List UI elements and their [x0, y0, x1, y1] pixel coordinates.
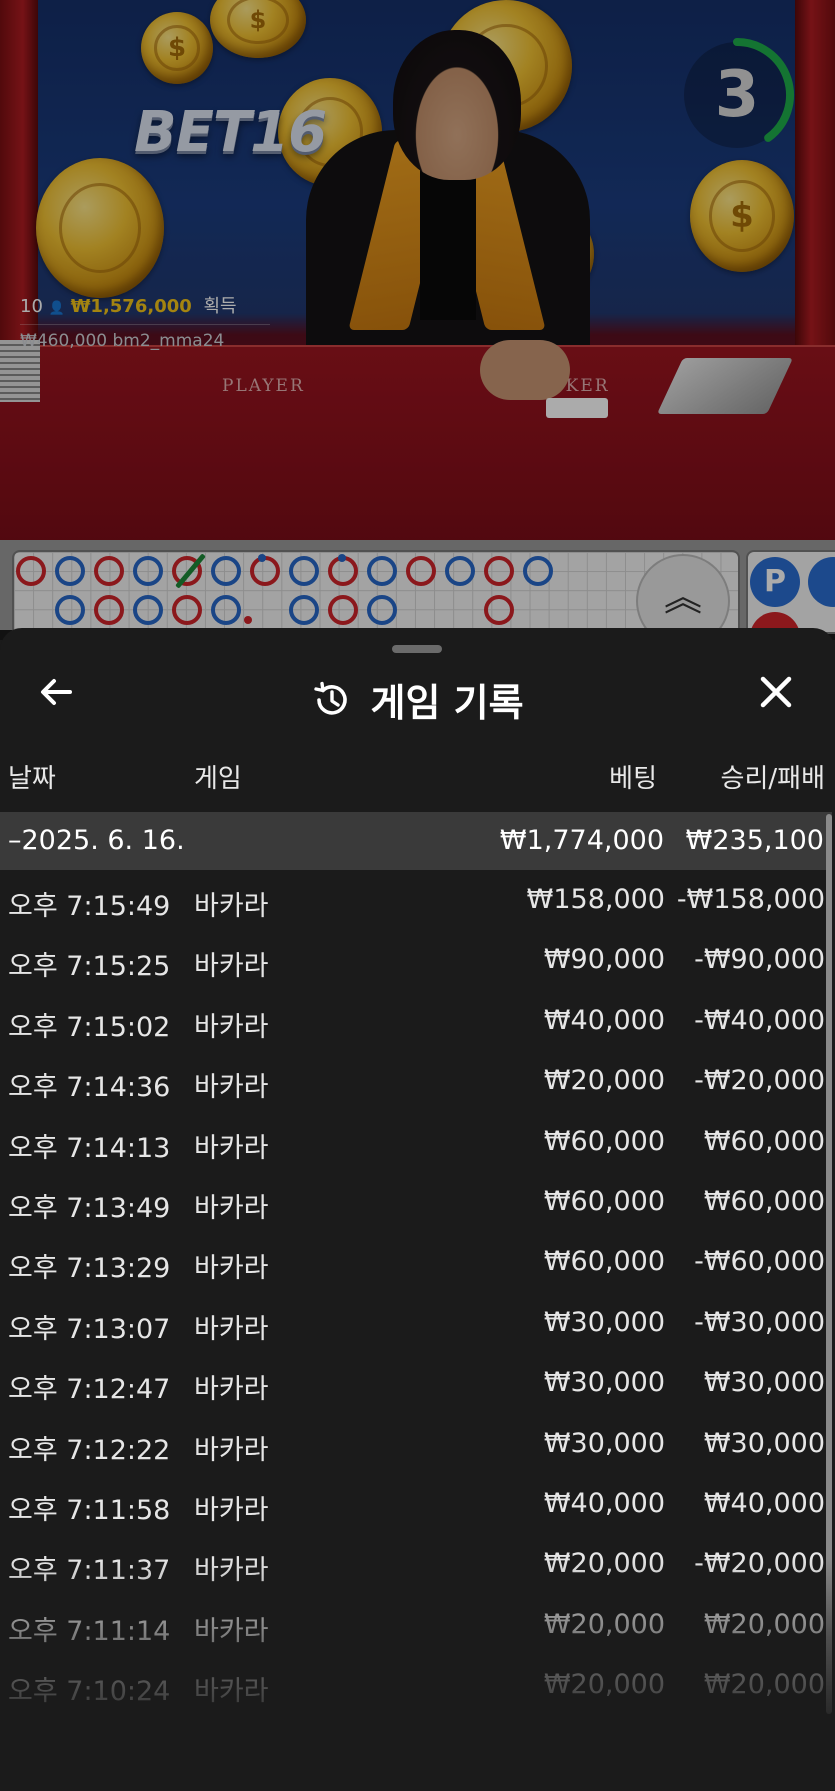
- row-time: 오후 7:15:25: [8, 951, 171, 983]
- row-result: ₩40,000: [703, 1487, 825, 1519]
- row-bet: ₩158,000: [526, 884, 665, 915]
- row-bet: ₩60,000: [543, 1125, 665, 1157]
- history-row[interactable]: 오후 7:15:49 바카라 ₩158,000 -₩158,000: [0, 870, 835, 930]
- row-game: 바카라: [194, 1132, 269, 1164]
- row-result: -₩40,000: [694, 1004, 825, 1036]
- history-row[interactable]: 오후 7:13:29 바카라 ₩60,000 -₩60,000: [0, 1232, 835, 1292]
- row-result: -₩20,000: [694, 1548, 825, 1580]
- col-game[interactable]: 게임: [194, 758, 242, 795]
- history-row[interactable]: 오후 7:12:22 바카라 ₩30,000 ₩30,000: [0, 1414, 835, 1474]
- row-result: ₩30,000: [703, 1427, 825, 1459]
- game-history-sheet: 게임 기록 날짜 게임 베팅 승리/패배 –2025. 6. 16. ₩1,77…: [0, 628, 835, 1791]
- col-result[interactable]: 승리/패배: [721, 758, 825, 795]
- row-time: 오후 7:11:37: [8, 1555, 171, 1587]
- group-total-bet: ₩1,774,000: [499, 825, 664, 856]
- history-row[interactable]: 오후 7:14:13 바카라 ₩60,000 ₩60,000: [0, 1112, 835, 1172]
- row-game: 바카라: [194, 1011, 269, 1043]
- row-time: 오후 7:12:47: [8, 1374, 171, 1406]
- group-total-result: ₩235,100: [685, 825, 824, 856]
- row-game: 바카라: [194, 1676, 269, 1708]
- date-group-row[interactable]: –2025. 6. 16. ₩1,774,000 ₩235,100: [0, 812, 832, 870]
- row-time: 오후 7:15:02: [8, 1011, 171, 1043]
- history-row[interactable]: 오후 7:12:47 바카라 ₩30,000 ₩30,000: [0, 1353, 835, 1413]
- table-header: 날짜 게임 베팅 승리/패배: [0, 758, 835, 798]
- sheet-title: 게임 기록: [370, 681, 524, 725]
- history-row[interactable]: 오후 7:10:24 바카라 ₩20,000 ₩20,000: [0, 1655, 835, 1715]
- history-row[interactable]: 오후 7:11:37 바카라 ₩20,000 -₩20,000: [0, 1534, 835, 1594]
- row-time: 오후 7:14:36: [8, 1072, 171, 1104]
- row-result: ₩30,000: [703, 1367, 825, 1399]
- row-bet: ₩30,000: [543, 1367, 665, 1399]
- row-result: -₩60,000: [694, 1246, 825, 1278]
- history-row[interactable]: 오후 7:13:07 바카라 ₩30,000 -₩30,000: [0, 1293, 835, 1353]
- col-date[interactable]: 날짜: [8, 758, 56, 795]
- history-row[interactable]: 오후 7:13:49 바카라 ₩60,000 ₩60,000: [0, 1172, 835, 1232]
- sheet-header: 게임 기록: [0, 672, 835, 725]
- row-result: ₩60,000: [703, 1185, 825, 1217]
- row-result: -₩158,000: [676, 884, 825, 915]
- row-time: 오후 7:13:07: [8, 1313, 171, 1345]
- row-time: 오후 7:11:14: [8, 1615, 171, 1647]
- row-bet: ₩30,000: [543, 1306, 665, 1338]
- row-game: 바카라: [194, 1253, 269, 1285]
- row-game: 바카라: [194, 1374, 269, 1406]
- scrollbar[interactable]: [826, 814, 832, 1714]
- row-game: 바카라: [194, 1192, 269, 1224]
- row-bet: ₩20,000: [543, 1065, 665, 1097]
- row-time: 오후 7:13:29: [8, 1253, 171, 1285]
- row-time: 오후 7:15:49: [8, 891, 171, 922]
- row-game: 바카라: [194, 891, 269, 922]
- row-result: -₩20,000: [694, 1065, 825, 1097]
- row-result: ₩20,000: [703, 1608, 825, 1640]
- history-row[interactable]: 오후 7:15:02 바카라 ₩40,000 -₩40,000: [0, 991, 835, 1051]
- sheet-drag-handle[interactable]: [392, 645, 442, 653]
- row-bet: ₩90,000: [543, 944, 665, 976]
- col-bet[interactable]: 베팅: [609, 758, 657, 795]
- history-row[interactable]: 오후 7:11:14 바카라 ₩20,000 ₩20,000: [0, 1595, 835, 1655]
- history-row[interactable]: 오후 7:11:58 바카라 ₩40,000 ₩40,000: [0, 1474, 835, 1534]
- row-result: -₩90,000: [694, 944, 825, 976]
- row-time: 오후 7:13:49: [8, 1192, 171, 1224]
- row-game: 바카라: [194, 1615, 269, 1647]
- row-game: 바카라: [194, 951, 269, 983]
- row-game: 바카라: [194, 1313, 269, 1345]
- row-time: 오후 7:11:58: [8, 1494, 171, 1526]
- row-bet: ₩30,000: [543, 1427, 665, 1459]
- row-game: 바카라: [194, 1555, 269, 1587]
- row-bet: ₩20,000: [543, 1548, 665, 1580]
- row-game: 바카라: [194, 1494, 269, 1526]
- close-button[interactable]: [752, 672, 800, 720]
- close-icon: [760, 676, 792, 708]
- row-bet: ₩60,000: [543, 1246, 665, 1278]
- row-bet: ₩40,000: [543, 1487, 665, 1519]
- row-bet: ₩40,000: [543, 1004, 665, 1036]
- row-bet: ₩60,000: [543, 1185, 665, 1217]
- row-result: ₩20,000: [703, 1669, 825, 1701]
- group-date: –2025. 6. 16.: [8, 825, 185, 856]
- row-bet: ₩20,000: [543, 1669, 665, 1701]
- row-result: -₩30,000: [694, 1306, 825, 1338]
- history-row[interactable]: 오후 7:15:25 바카라 ₩90,000 -₩90,000: [0, 930, 835, 990]
- modal-backdrop[interactable]: [0, 0, 835, 640]
- row-game: 바카라: [194, 1072, 269, 1104]
- history-row[interactable]: 오후 7:14:36 바카라 ₩20,000 -₩20,000: [0, 1051, 835, 1111]
- history-icon: [314, 681, 348, 715]
- history-list: 오후 7:15:49 바카라 ₩158,000 -₩158,000 오후 7:15:25…: [0, 870, 835, 1715]
- row-time: 오후 7:14:13: [8, 1132, 171, 1164]
- row-time: 오후 7:12:22: [8, 1434, 171, 1466]
- row-bet: ₩20,000: [543, 1608, 665, 1640]
- row-game: 바카라: [194, 1434, 269, 1466]
- row-time: 오후 7:10:24: [8, 1676, 171, 1708]
- row-result: ₩60,000: [703, 1125, 825, 1157]
